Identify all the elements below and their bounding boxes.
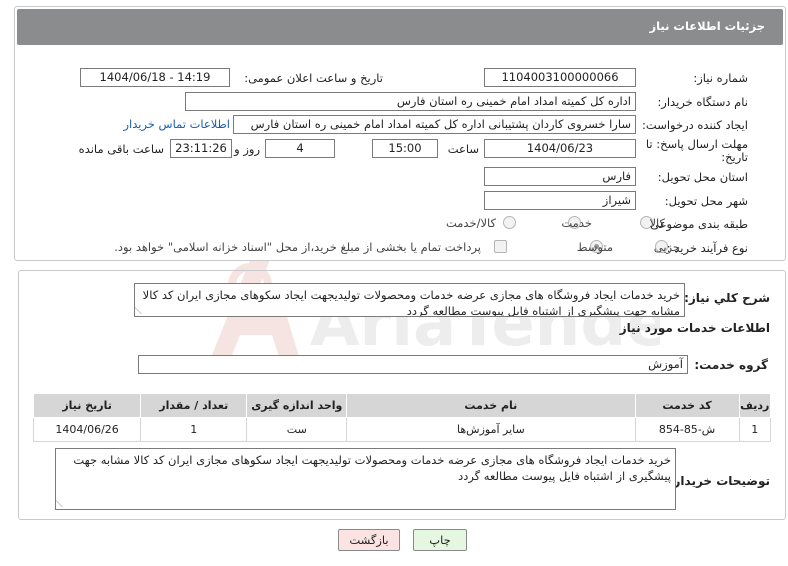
panel-title: جزئیات اطلاعات نیاز — [649, 19, 765, 33]
services-table: ردیف کد خدمت نام خدمت واحد اندازه گیری ت… — [32, 393, 772, 442]
services-section-title: اطلاعات خدمات مورد نیاز — [619, 321, 770, 335]
service-group-field[interactable]: آموزش — [138, 355, 688, 374]
deadline-label-line2: تاریخ: — [721, 150, 748, 164]
requester-label: ایجاد کننده درخواست: — [642, 118, 748, 132]
province-field[interactable]: فارس — [484, 167, 636, 186]
resize-grip-icon[interactable] — [56, 499, 70, 507]
service-group-label: گروه خدمت: — [694, 358, 768, 372]
buyer-org-field[interactable]: اداره کل کمیته امداد امام خمینی ره استان… — [185, 92, 636, 111]
category-goods-label: کالا — [649, 216, 665, 230]
col-header-need-date: تاریخ نیاز — [32, 393, 142, 418]
announce-label: تاریخ و ساعت اعلان عمومی: — [244, 71, 383, 85]
days-label: روز و — [234, 142, 260, 156]
buyer-notes-textarea[interactable]: خرید خدمات ایجاد فروشگاه های مجازی عرضه … — [55, 448, 676, 510]
announce-field[interactable]: 1404/06/18 - 14:19 — [80, 68, 230, 87]
treasury-payment-note: پرداخت تمام یا بخشی از مبلغ خرید،از محل … — [114, 240, 481, 254]
province-label: استان محل تحویل: — [657, 170, 748, 184]
category-service-label: خدمت — [561, 216, 592, 230]
deadline-date-field[interactable]: 1404/06/23 — [484, 139, 636, 158]
col-header-unit: واحد اندازه گیری — [246, 393, 348, 418]
cell-service-code: ش-85-854 — [634, 417, 740, 442]
cell-row-number: 1 — [738, 417, 772, 442]
col-header-quantity: تعداد / مقدار — [140, 393, 248, 418]
time-remaining-label: ساعت باقی مانده — [78, 142, 164, 156]
cell-quantity: 1 — [140, 417, 248, 442]
summary-label: شرح کلي نياز: — [684, 291, 770, 305]
print-button[interactable]: چاپ — [413, 529, 467, 551]
buyer-notes-label: توضیحات خریدار: — [668, 474, 770, 488]
buyer-notes-text: خرید خدمات ایجاد فروشگاه های مجازی عرضه … — [73, 453, 671, 483]
need-number-field[interactable]: 1104003100000066 — [484, 68, 636, 87]
buyer-contact-link[interactable]: اطلاعات تماس خریدار — [123, 117, 230, 131]
treasury-payment-checkbox[interactable] — [494, 240, 507, 253]
resize-grip-icon[interactable] — [135, 306, 149, 314]
deadline-time-label: ساعت — [447, 142, 479, 156]
deadline-time-field[interactable]: 15:00 — [372, 139, 438, 158]
process-medium-label: متوسط — [576, 240, 613, 254]
cell-unit: ست — [246, 417, 348, 442]
time-remaining-field[interactable]: 23:11:26 — [170, 139, 232, 158]
table-header-row: ردیف کد خدمت نام خدمت واحد اندازه گیری ت… — [32, 393, 772, 418]
cell-need-date: 1404/06/26 — [32, 417, 142, 442]
back-button[interactable]: بازگشت — [338, 529, 400, 551]
need-number-label: شماره نیاز: — [693, 71, 748, 85]
summary-textarea[interactable]: خرید خدمات ایجاد فروشگاه های مجازی عرضه … — [134, 283, 685, 317]
city-label: شهر محل تحویل: — [664, 194, 748, 208]
city-field[interactable]: شیراز — [484, 191, 636, 210]
deadline-label-line1: مهلت ارسال پاسخ: تا — [645, 137, 748, 151]
summary-text: خرید خدمات ایجاد فروشگاه های مجازی عرضه … — [142, 288, 680, 317]
cell-service-name: سایر آموزش‌ها — [346, 417, 636, 442]
col-header-row-number: ردیف — [738, 393, 772, 418]
category-goods-service-label: کالا/خدمت — [445, 216, 496, 230]
requester-field[interactable]: سارا خسروی کاردان پشتیبانی اداره کل کمیت… — [233, 115, 636, 134]
col-header-service-name: نام خدمت — [346, 393, 636, 418]
col-header-service-code: کد خدمت — [634, 393, 740, 418]
category-goods-service-radio[interactable] — [503, 216, 516, 229]
days-remaining-field[interactable]: 4 — [265, 139, 335, 158]
table-row[interactable]: 1 ش-85-854 سایر آموزش‌ها ست 1 1404/06/26 — [32, 417, 772, 442]
panel-header: جزئیات اطلاعات نیاز — [17, 9, 783, 45]
process-minor-label: جزیی — [653, 240, 680, 254]
buyer-org-label: نام دستگاه خریدار: — [657, 95, 748, 109]
